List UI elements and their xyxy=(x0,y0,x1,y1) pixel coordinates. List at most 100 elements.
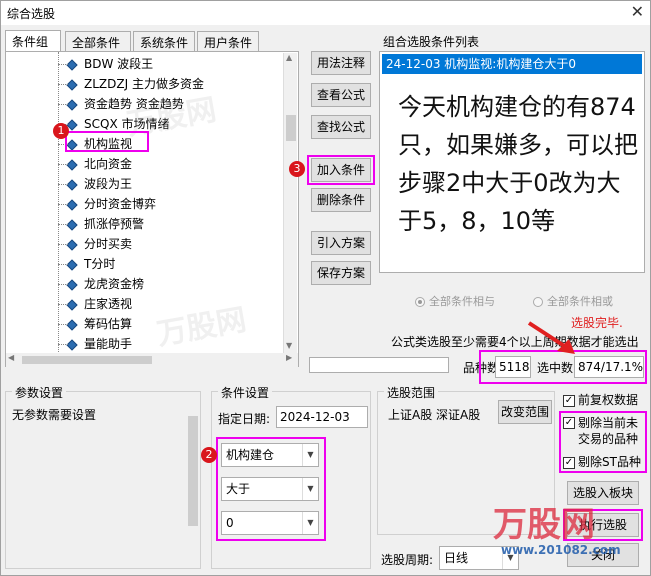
status-note: 公式类选股至少需要4个以上周期数据才能选出 xyxy=(391,335,639,349)
tree-item-label: 筹码估算 xyxy=(84,317,133,331)
find-formula-button[interactable]: 查找公式 xyxy=(311,115,371,139)
close-icon[interactable]: ✕ xyxy=(631,2,644,21)
tree-item[interactable]: 分时买卖 xyxy=(66,234,133,254)
params-group: 参数设置 无参数需要设置 xyxy=(5,384,201,569)
tree-item-label: 分时买卖 xyxy=(84,237,133,251)
tree-connector xyxy=(58,164,68,165)
tab-user-conditions[interactable]: 用户条件 xyxy=(197,31,259,51)
condition-settings-title: 条件设置 xyxy=(218,384,273,401)
tree-item[interactable]: 北向资金 xyxy=(66,154,133,174)
formula-icon xyxy=(66,218,78,231)
tree-connector xyxy=(58,184,68,185)
scroll-left-icon[interactable]: ◀ xyxy=(8,353,14,362)
tree-connector xyxy=(58,324,68,325)
tree-item-label: 北向资金 xyxy=(84,157,133,171)
tab-condition-group[interactable]: 条件组 xyxy=(5,30,61,52)
checkbox-checked-icon[interactable]: ✓ xyxy=(563,394,575,407)
radio-and-label: 全部条件相与 xyxy=(429,295,495,308)
tree-item[interactable]: BDW 波段王 xyxy=(66,54,154,74)
formula-icon xyxy=(66,278,78,291)
tree-connector xyxy=(58,264,68,265)
scroll-right-icon[interactable]: ▶ xyxy=(286,353,292,362)
highlight-selected-tree-item xyxy=(65,131,149,152)
condition-list-label: 组合选股条件列表 xyxy=(383,35,480,49)
tree-item-label: 分时资金博弈 xyxy=(84,197,157,211)
params-scrollbar[interactable] xyxy=(186,400,200,566)
formula-icon xyxy=(66,58,78,71)
save-plan-button[interactable]: 保存方案 xyxy=(311,261,371,285)
formula-icon xyxy=(66,158,78,171)
main-window: 综合选股 ✕ 条件组 全部条件 系统条件 用户条件 BDW 波段王 ZLZDZJ … xyxy=(0,0,651,576)
tree-item-label: 龙虎资金榜 xyxy=(84,277,145,291)
formula-icon xyxy=(66,78,78,91)
watermark-url: www.201082.com xyxy=(501,543,621,557)
import-plan-button[interactable]: 引入方案 xyxy=(311,231,371,255)
delete-condition-button[interactable]: 删除条件 xyxy=(311,188,371,212)
radio-or-indicator[interactable] xyxy=(533,297,543,307)
radio-or-label: 全部条件相或 xyxy=(547,295,613,308)
condition-tree: BDW 波段王 ZLZDZJ 主力做多资金 资金趋势 资金趋势 SCQX 市场情绪 机构… xyxy=(5,51,299,367)
rights-checkbox[interactable]: ✓ 前复权数据 xyxy=(563,391,638,408)
tree-item[interactable]: 分时资金博弈 xyxy=(66,194,157,214)
rights-label: 前复权数据 xyxy=(578,393,639,407)
period-label: 选股周期: xyxy=(381,553,434,567)
radio-or[interactable]: 全部条件相或 xyxy=(533,293,613,309)
watermark-logo: 万股网 xyxy=(493,505,595,545)
range-title: 选股范围 xyxy=(384,384,439,401)
tree-vertical-scrollbar[interactable]: ▲ ▼ xyxy=(283,53,297,353)
tree-item[interactable]: 抓涨停预警 xyxy=(66,214,145,234)
scroll-thumb[interactable] xyxy=(188,416,198,526)
highlight-add-condition xyxy=(307,155,375,185)
params-title: 参数设置 xyxy=(12,384,67,401)
scroll-thumb[interactable] xyxy=(22,356,152,364)
params-text: 无参数需要设置 xyxy=(12,408,97,422)
scroll-thumb[interactable] xyxy=(286,115,296,141)
tree-connector xyxy=(58,84,68,85)
step-badge-3: 3 xyxy=(289,161,305,177)
formula-icon xyxy=(66,198,78,211)
tree-item[interactable]: 庄家透视 xyxy=(66,294,133,314)
tab-all-conditions[interactable]: 全部条件 xyxy=(65,31,131,51)
usage-button[interactable]: 用法注释 xyxy=(311,51,371,75)
highlight-options xyxy=(559,411,647,473)
tree-connector xyxy=(58,104,68,105)
radio-and-indicator[interactable] xyxy=(415,297,425,307)
tree-connector xyxy=(58,52,59,352)
tree-item[interactable]: 波段为王 xyxy=(66,174,132,194)
formula-icon xyxy=(66,318,78,331)
tree-horizontal-scrollbar[interactable]: ◀ ▶ xyxy=(6,353,298,367)
tree-item-label: 庄家透视 xyxy=(84,297,133,311)
view-formula-button[interactable]: 查看公式 xyxy=(311,83,371,107)
progress-bar xyxy=(309,357,449,373)
formula-icon xyxy=(66,178,78,191)
scroll-up-icon[interactable]: ▲ xyxy=(286,53,292,62)
tree-item[interactable]: 量能助手 xyxy=(66,334,133,354)
change-range-button[interactable]: 改变范围 xyxy=(498,400,552,424)
annotation-text: 今天机构建仓的有874只，如果嫌多，可以把步骤2中大于0改为大于5，8，10等 xyxy=(398,93,638,235)
tree-item-label: 量能助手 xyxy=(84,337,133,351)
tree-item[interactable]: 龙虎资金榜 xyxy=(66,274,145,294)
tree-item-label: BDW 波段王 xyxy=(84,57,154,71)
tab-system-conditions[interactable]: 系统条件 xyxy=(133,31,195,51)
tree-item[interactable]: 筹码估算 xyxy=(66,314,133,334)
period-select-value: 日线 xyxy=(444,551,469,565)
step-badge-1: 1 xyxy=(53,123,69,139)
tree-item-label: 抓涨停预警 xyxy=(84,217,145,231)
tree-item[interactable]: T分时 xyxy=(66,254,115,274)
radio-and[interactable]: 全部条件相与 xyxy=(415,293,495,309)
date-field[interactable]: 2024-12-03 xyxy=(276,406,368,428)
formula-icon xyxy=(66,98,78,111)
window-title: 综合选股 xyxy=(7,7,56,21)
scroll-down-icon[interactable]: ▼ xyxy=(286,341,292,350)
title-bar: 综合选股 ✕ xyxy=(1,1,650,25)
watermark-logo: 万股网 xyxy=(154,302,249,353)
tree-connector xyxy=(58,224,68,225)
tree-connector xyxy=(58,204,68,205)
tree-connector xyxy=(58,284,68,285)
condition-list[interactable]: 24-12-03 机构监视:机构建仓大于0 今天机构建仓的有874只，如果嫌多，… xyxy=(379,51,645,273)
tree-connector xyxy=(58,344,68,345)
date-label: 指定日期: xyxy=(218,412,271,426)
tree-connector xyxy=(58,244,68,245)
condition-list-item[interactable]: 24-12-03 机构监视:机构建仓大于0 xyxy=(382,54,642,74)
formula-icon xyxy=(66,258,78,271)
